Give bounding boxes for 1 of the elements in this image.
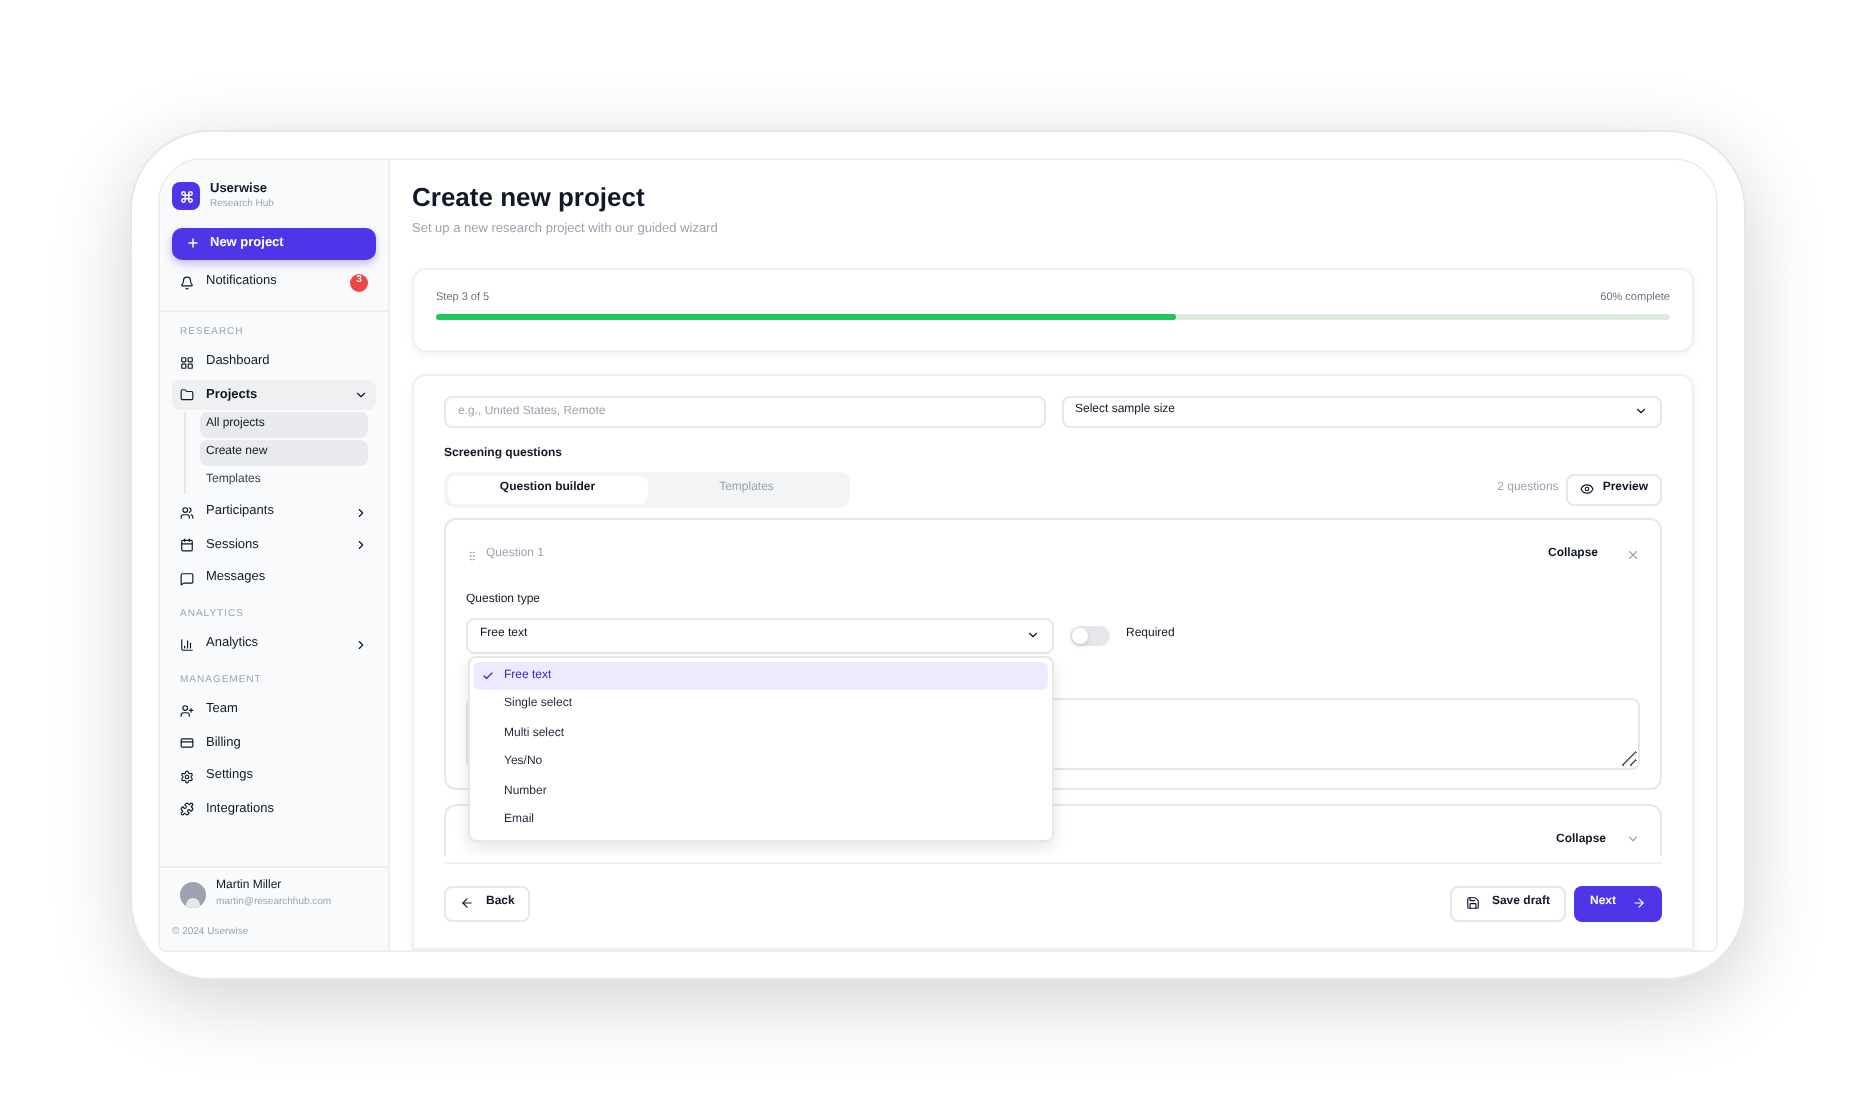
page-title: Create new project (412, 181, 647, 213)
